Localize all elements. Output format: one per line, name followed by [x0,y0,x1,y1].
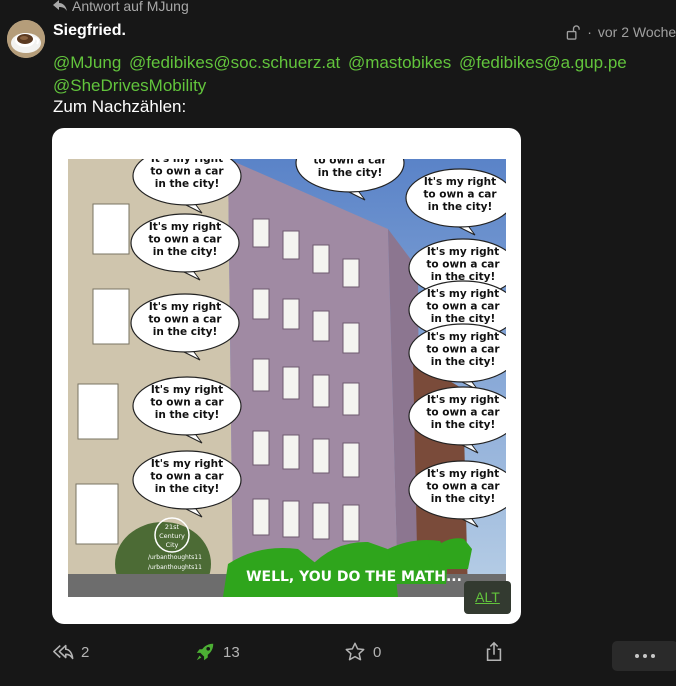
rocket-icon [196,643,214,661]
svg-text:It's my rightto own a carin th: It's my rightto own a carin the city! [426,288,500,325]
mention-link[interactable]: @MJung [53,53,121,72]
mention-link[interactable]: @fedibikes@soc.schuerz.at [129,53,340,72]
svg-text:It's my rightto own a carin th: It's my rightto own a carin the city! [150,159,224,190]
svg-text:It's my rightto own a carin th: It's my rightto own a carin the city! [313,159,387,179]
svg-text:City: City [166,541,179,549]
action-bar: 2 13 0 [52,641,676,671]
svg-text:It's my rightto own a carin th: It's my rightto own a carin the city! [423,176,497,213]
svg-text:/urbanthoughts11: /urbanthoughts11 [148,564,202,571]
boost-button[interactable]: 13 [194,641,240,663]
mention-link[interactable]: @mastobikes [348,53,451,72]
share-button[interactable] [483,641,505,663]
reply-context-label: Antwort auf MJung [72,0,189,14]
post-time[interactable]: vor 2 Wochen [598,24,676,40]
reply-arrow-icon [53,0,67,11]
dot [643,654,647,658]
reply-all-icon [53,644,74,660]
bottom-caption: WELL, YOU DO THE MATH... [246,569,462,585]
svg-text:It's my rightto own a carin th: It's my rightto own a carin the city! [148,301,222,338]
post-time-separator: · [587,24,592,40]
boost-count: 13 [223,643,240,661]
unlock-icon [566,24,580,40]
svg-text:21st: 21st [165,523,180,531]
media-attachment[interactable]: It's my rightto own a carin the city! It… [52,128,521,624]
mention-link[interactable]: @SheDrivesMobility [53,76,206,95]
svg-text:It's my rightto own a carin th: It's my rightto own a carin the city! [150,458,224,495]
post-meta: · vor 2 Wochen [566,24,676,40]
dot [651,654,655,658]
post-text: Zum Nachzählen: [53,97,187,116]
reply-context[interactable]: Antwort auf MJung [53,0,189,14]
alt-text-button[interactable]: ALT [464,581,511,614]
svg-text:It's my rightto own a carin th: It's my rightto own a carin the city! [426,468,500,505]
svg-text:It's my rightto own a carin th: It's my rightto own a carin the city! [426,394,500,431]
mentions: @MJung @fedibikes@soc.schuerz.at @mastob… [53,51,676,97]
mention-link[interactable]: @fedibikes@a.gup.pe [459,53,627,72]
svg-text:It's my rightto own a carin th: It's my rightto own a carin the city! [426,246,500,283]
share-icon [486,641,502,662]
favourite-button[interactable]: 0 [344,641,381,663]
favourite-count: 0 [373,643,382,661]
coffee-cup-avatar-image [7,20,45,58]
svg-text:Century: Century [159,532,185,540]
dot [635,654,639,658]
star-icon [345,642,365,661]
meme-image: It's my rightto own a carin the city! It… [68,159,506,597]
reply-button[interactable]: 2 [52,641,89,663]
reply-count: 2 [81,643,90,661]
svg-text:/urbanthoughts11: /urbanthoughts11 [148,554,202,561]
avatar[interactable] [7,20,45,58]
author-name[interactable]: Siegfried. [53,22,126,40]
svg-text:It's my rightto own a carin th: It's my rightto own a carin the city! [150,384,224,421]
svg-text:It's my rightto own a carin th: It's my rightto own a carin the city! [426,331,500,368]
more-options-button[interactable] [612,641,676,671]
svg-text:It's my rightto own a carin th: It's my rightto own a carin the city! [148,221,222,258]
